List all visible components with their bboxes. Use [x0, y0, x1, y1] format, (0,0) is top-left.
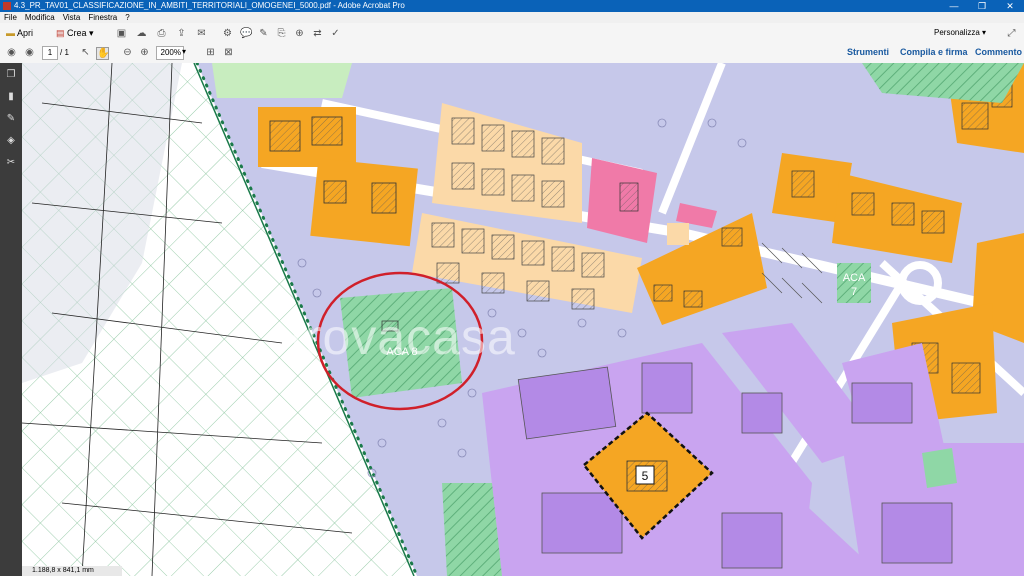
settings-icon[interactable]: ⚙	[222, 28, 233, 39]
page-number-input[interactable]: 1	[42, 46, 58, 60]
main-toolbar: ▬ Apri ▤ Crea ▾ ▣ ☁ ⎙ ⇪ ✉ ⚙ 💬 ✎ ⎘ ⊕ ⇄ ✓ …	[0, 23, 1024, 44]
highlight-icon[interactable]: ✎	[258, 28, 269, 39]
zoom-input[interactable]: 200%	[156, 46, 184, 60]
close-button[interactable]: ✕	[996, 0, 1024, 12]
email-icon[interactable]: ✉	[196, 28, 207, 39]
page-total: / 1	[60, 48, 69, 57]
stamp-icon[interactable]: ⎘	[276, 28, 287, 39]
watermark-text: trovacasa	[290, 309, 516, 365]
zoom-dropdown-icon[interactable]: ▾	[182, 47, 186, 56]
comment-icon[interactable]: 💬	[240, 28, 252, 39]
expand-icon[interactable]: ⤢	[1006, 28, 1017, 39]
zone5-label: 5	[642, 469, 649, 483]
select-tool-icon[interactable]: ↖	[80, 47, 91, 58]
save-icon[interactable]: ▣	[116, 28, 127, 39]
customize-dropdown[interactable]: Personalizza ▾	[934, 26, 986, 40]
zoom-out-icon[interactable]: ⊖	[122, 47, 133, 58]
comment-link[interactable]: Commento	[975, 47, 1022, 57]
window-title: 4.3_PR_TAV01_CLASSIFICAZIONE_IN_AMBITI_T…	[14, 1, 405, 10]
fill-sign-link[interactable]: Compila e firma	[900, 47, 968, 57]
hand-tool-icon[interactable]: ✋	[96, 47, 109, 60]
upload-icon[interactable]: ⇪	[176, 28, 187, 39]
menu-bar: File Modifica Vista Finestra?	[0, 12, 1024, 23]
pdf-document-view[interactable]: ACA 7 ACA 8 5 trovacasa	[22, 63, 1024, 576]
zoning-map: ACA 7 ACA 8 5	[22, 63, 1024, 576]
menu-modifica[interactable]: Modifica	[25, 13, 55, 22]
navigation-toolbar: ◉ ◉ 1 / 1 ↖ ✋ ⊖ ⊕ 200% ▾ ⊞ ⊠ Strumenti C…	[0, 43, 1024, 64]
print-icon[interactable]: ⎙	[156, 28, 167, 39]
attach-icon[interactable]: ⊕	[294, 28, 305, 39]
maximize-button[interactable]: ❐	[968, 0, 996, 12]
aca7-label-line2: 7	[851, 286, 857, 298]
pages-thumbnail-icon[interactable]: ❐	[5, 69, 17, 81]
create-pdf-icon: ▤	[56, 28, 65, 38]
acrobat-app-icon	[3, 2, 11, 10]
layers-icon[interactable]: ◈	[5, 135, 17, 147]
left-navigation-panel: ❐ ▮ ✎ ◈ ✂	[0, 63, 22, 576]
menu-finestra[interactable]: Finestra	[88, 13, 117, 22]
tools-pane-icon[interactable]: ✂	[5, 157, 17, 169]
minimize-button[interactable]: —	[940, 0, 968, 12]
signature-icon[interactable]: ✎	[5, 113, 17, 125]
folder-icon: ▬	[6, 28, 15, 38]
fit-width-icon[interactable]: ⊠	[223, 47, 234, 58]
next-page-icon[interactable]: ◉	[24, 47, 35, 58]
open-button[interactable]: ▬ Apri	[6, 26, 33, 40]
aca7-label-line1: ACA	[843, 272, 866, 284]
zoom-in-icon[interactable]: ⊕	[139, 47, 150, 58]
certify-icon[interactable]: ✓	[330, 28, 341, 39]
create-button[interactable]: ▤ Crea ▾	[56, 26, 94, 40]
cloud-icon[interactable]: ☁	[136, 28, 147, 39]
title-bar: 4.3_PR_TAV01_CLASSIFICAZIONE_IN_AMBITI_T…	[0, 0, 1024, 12]
menu-help[interactable]: ?	[125, 13, 129, 22]
bookmark-icon[interactable]: ▮	[5, 91, 17, 103]
menu-vista[interactable]: Vista	[63, 13, 81, 22]
page-size-status: 1.188,8 x 841,1 mm	[22, 566, 122, 576]
previous-page-icon[interactable]: ◉	[6, 47, 17, 58]
menu-file[interactable]: File	[4, 13, 17, 22]
fit-page-icon[interactable]: ⊞	[205, 47, 216, 58]
export-icon[interactable]: ⇄	[312, 28, 323, 39]
tools-link[interactable]: Strumenti	[847, 47, 889, 57]
